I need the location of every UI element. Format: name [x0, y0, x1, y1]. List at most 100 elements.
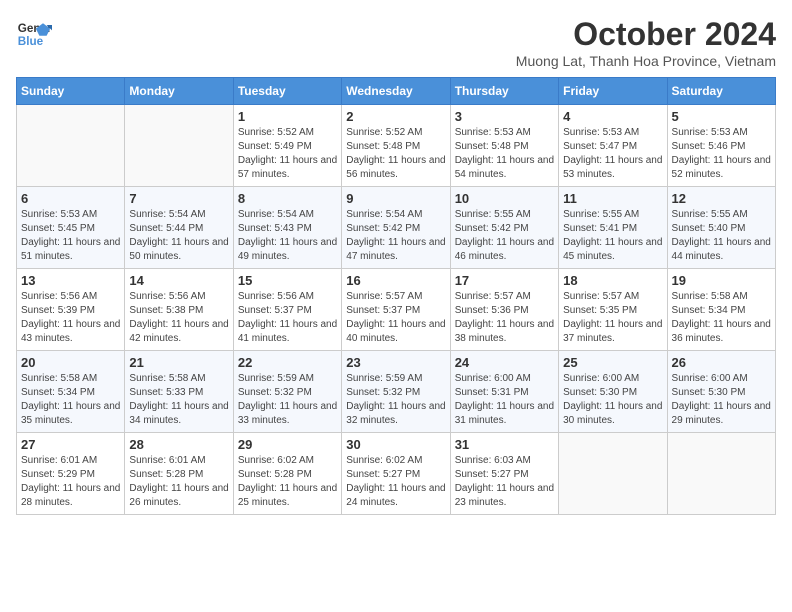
day-info: Sunrise: 5:52 AM Sunset: 5:49 PM Dayligh…: [238, 126, 337, 182]
calendar-week-1: 1 Sunrise: 5:52 AM Sunset: 5:49 PM Daylig…: [17, 105, 776, 187]
calendar-cell: [125, 105, 233, 187]
day-number: 24: [455, 355, 554, 370]
day-number: 27: [21, 437, 120, 452]
day-info: Sunrise: 5:57 AM Sunset: 5:37 PM Dayligh…: [346, 290, 445, 346]
day-info: Sunrise: 6:00 AM Sunset: 5:30 PM Dayligh…: [563, 372, 662, 428]
day-number: 28: [129, 437, 228, 452]
calendar-cell: 5Sunrise: 5:53 AM Sunset: 5:46 PM Daylig…: [667, 105, 775, 187]
weekday-header-friday: Friday: [559, 78, 667, 105]
day-info: Sunrise: 5:57 AM Sunset: 5:36 PM Dayligh…: [455, 290, 554, 346]
day-info: Sunrise: 6:03 AM Sunset: 5:27 PM Dayligh…: [455, 454, 554, 510]
calendar-cell: 12Sunrise: 5:55 AM Sunset: 5:40 PM Dayli…: [667, 187, 775, 269]
day-number: 30: [346, 437, 445, 452]
day-number: 13: [21, 273, 120, 288]
day-number: 4: [563, 109, 662, 124]
weekday-header-monday: Monday: [125, 78, 233, 105]
calendar-cell: 11 Sunrise: 5:55 AM Sunset: 5:41 PM Dayli…: [559, 187, 667, 269]
calendar-cell: 15Sunrise: 5:56 AM Sunset: 5:37 PM Dayli…: [233, 269, 341, 351]
month-title: October 2024: [516, 16, 776, 53]
day-info: Sunrise: 5:54 AM Sunset: 5:43 PM Dayligh…: [238, 208, 337, 264]
day-number: 8: [238, 191, 337, 206]
day-info: Sunrise: 6:02 AM Sunset: 5:28 PM Dayligh…: [238, 454, 337, 510]
day-number: 9: [346, 191, 445, 206]
day-number: 25: [563, 355, 662, 370]
calendar-cell: 18Sunrise: 5:57 AM Sunset: 5:35 PM Dayli…: [559, 269, 667, 351]
calendar-cell: 14 Sunrise: 5:56 AM Sunset: 5:38 PM Dayli…: [125, 269, 233, 351]
calendar-table: SundayMondayTuesdayWednesdayThursdayFrid…: [16, 77, 776, 515]
calendar-cell: 20 Sunrise: 5:58 AM Sunset: 5:34 PM Dayli…: [17, 351, 125, 433]
day-info: Sunrise: 5:56 AM Sunset: 5:38 PM Dayligh…: [129, 290, 228, 346]
day-number: 16: [346, 273, 445, 288]
day-info: Sunrise: 5:52 AM Sunset: 5:48 PM Dayligh…: [346, 126, 445, 182]
calendar-week-2: 6Sunrise: 5:53 AM Sunset: 5:45 PM Daylig…: [17, 187, 776, 269]
day-info: Sunrise: 5:58 AM Sunset: 5:34 PM Dayligh…: [21, 372, 120, 428]
day-info: Sunrise: 5:58 AM Sunset: 5:34 PM Dayligh…: [672, 290, 771, 346]
calendar-cell: 3Sunrise: 5:53 AM Sunset: 5:48 PM Daylig…: [450, 105, 558, 187]
calendar-cell: [559, 433, 667, 515]
calendar-cell: 24 Sunrise: 6:00 AM Sunset: 5:31 PM Dayli…: [450, 351, 558, 433]
calendar-cell: 29 Sunrise: 6:02 AM Sunset: 5:28 PM Dayli…: [233, 433, 341, 515]
day-number: 23: [346, 355, 445, 370]
calendar-cell: 7 Sunrise: 5:54 AM Sunset: 5:44 PM Daylig…: [125, 187, 233, 269]
calendar-cell: 23 Sunrise: 5:59 AM Sunset: 5:32 PM Dayli…: [342, 351, 450, 433]
day-number: 14: [129, 273, 228, 288]
day-number: 29: [238, 437, 337, 452]
calendar-cell: 16 Sunrise: 5:57 AM Sunset: 5:37 PM Dayli…: [342, 269, 450, 351]
day-info: Sunrise: 5:55 AM Sunset: 5:41 PM Dayligh…: [563, 208, 662, 264]
calendar-cell: 27 Sunrise: 6:01 AM Sunset: 5:29 PM Dayli…: [17, 433, 125, 515]
weekday-header-wednesday: Wednesday: [342, 78, 450, 105]
day-info: Sunrise: 6:00 AM Sunset: 5:31 PM Dayligh…: [455, 372, 554, 428]
logo: General Blue: [16, 16, 52, 52]
weekday-header-thursday: Thursday: [450, 78, 558, 105]
weekday-header-row: SundayMondayTuesdayWednesdayThursdayFrid…: [17, 78, 776, 105]
day-info: Sunrise: 5:59 AM Sunset: 5:32 PM Dayligh…: [238, 372, 337, 428]
day-number: 26: [672, 355, 771, 370]
location-subtitle: Muong Lat, Thanh Hoa Province, Vietnam: [516, 53, 776, 69]
day-number: 20: [21, 355, 120, 370]
logo-icon: General Blue: [16, 16, 52, 52]
calendar-week-4: 20 Sunrise: 5:58 AM Sunset: 5:34 PM Dayli…: [17, 351, 776, 433]
day-number: 22: [238, 355, 337, 370]
day-info: Sunrise: 6:02 AM Sunset: 5:27 PM Dayligh…: [346, 454, 445, 510]
day-number: 1: [238, 109, 337, 124]
day-number: 5: [672, 109, 771, 124]
calendar-cell: 21Sunrise: 5:58 AM Sunset: 5:33 PM Dayli…: [125, 351, 233, 433]
calendar-cell: 10Sunrise: 5:55 AM Sunset: 5:42 PM Dayli…: [450, 187, 558, 269]
day-number: 7: [129, 191, 228, 206]
calendar-cell: 30 Sunrise: 6:02 AM Sunset: 5:27 PM Dayli…: [342, 433, 450, 515]
day-info: Sunrise: 5:56 AM Sunset: 5:39 PM Dayligh…: [21, 290, 120, 346]
calendar-cell: 28Sunrise: 6:01 AM Sunset: 5:28 PM Dayli…: [125, 433, 233, 515]
calendar-cell: 6Sunrise: 5:53 AM Sunset: 5:45 PM Daylig…: [17, 187, 125, 269]
calendar-cell: 26Sunrise: 6:00 AM Sunset: 5:30 PM Dayli…: [667, 351, 775, 433]
day-info: Sunrise: 6:01 AM Sunset: 5:29 PM Dayligh…: [21, 454, 120, 510]
day-number: 10: [455, 191, 554, 206]
calendar-cell: 1 Sunrise: 5:52 AM Sunset: 5:49 PM Daylig…: [233, 105, 341, 187]
day-info: Sunrise: 5:59 AM Sunset: 5:32 PM Dayligh…: [346, 372, 445, 428]
day-info: Sunrise: 5:53 AM Sunset: 5:47 PM Dayligh…: [563, 126, 662, 182]
day-number: 2: [346, 109, 445, 124]
weekday-header-saturday: Saturday: [667, 78, 775, 105]
day-number: 12: [672, 191, 771, 206]
weekday-header-sunday: Sunday: [17, 78, 125, 105]
day-number: 19: [672, 273, 771, 288]
calendar-cell: 8 Sunrise: 5:54 AM Sunset: 5:43 PM Daylig…: [233, 187, 341, 269]
svg-text:Blue: Blue: [18, 35, 44, 48]
day-number: 18: [563, 273, 662, 288]
calendar-body: 1 Sunrise: 5:52 AM Sunset: 5:49 PM Daylig…: [17, 105, 776, 515]
day-number: 3: [455, 109, 554, 124]
calendar-cell: 13 Sunrise: 5:56 AM Sunset: 5:39 PM Dayli…: [17, 269, 125, 351]
calendar-header: SundayMondayTuesdayWednesdayThursdayFrid…: [17, 78, 776, 105]
day-info: Sunrise: 5:54 AM Sunset: 5:44 PM Dayligh…: [129, 208, 228, 264]
calendar-week-3: 13 Sunrise: 5:56 AM Sunset: 5:39 PM Dayli…: [17, 269, 776, 351]
day-number: 21: [129, 355, 228, 370]
calendar-cell: 17Sunrise: 5:57 AM Sunset: 5:36 PM Dayli…: [450, 269, 558, 351]
day-number: 11: [563, 191, 662, 206]
weekday-header-tuesday: Tuesday: [233, 78, 341, 105]
calendar-cell: [17, 105, 125, 187]
day-info: Sunrise: 5:54 AM Sunset: 5:42 PM Dayligh…: [346, 208, 445, 264]
page-header: General Blue October 2024 Muong Lat, Tha…: [16, 16, 776, 69]
day-number: 31: [455, 437, 554, 452]
calendar-cell: 4 Sunrise: 5:53 AM Sunset: 5:47 PM Daylig…: [559, 105, 667, 187]
day-info: Sunrise: 5:56 AM Sunset: 5:37 PM Dayligh…: [238, 290, 337, 346]
calendar-cell: 22 Sunrise: 5:59 AM Sunset: 5:32 PM Dayli…: [233, 351, 341, 433]
